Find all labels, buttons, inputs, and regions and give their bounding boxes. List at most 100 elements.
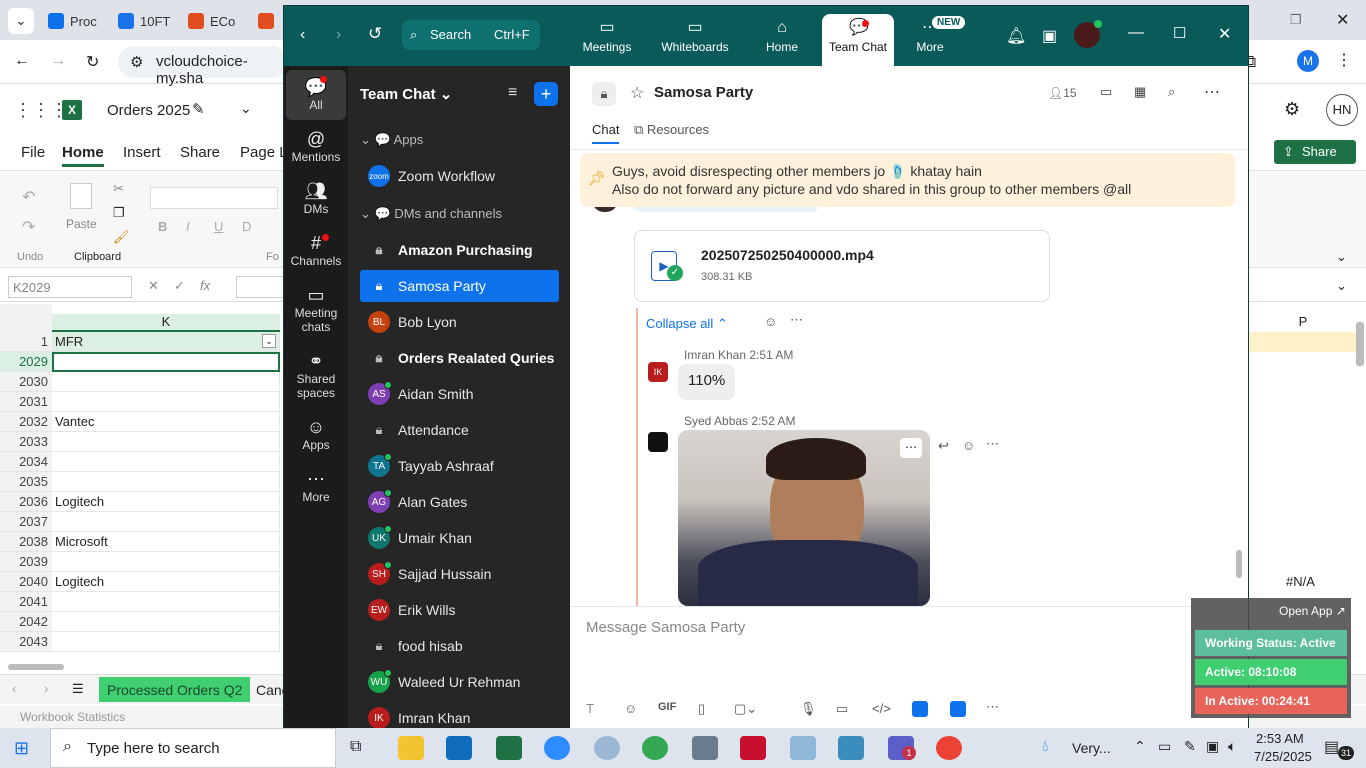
browser-tab[interactable]: 10FT: [118, 8, 170, 34]
table-cell[interactable]: Microsoft: [52, 532, 280, 552]
weather-icon[interactable]: 💧︎: [1042, 738, 1048, 756]
browser-tab[interactable]: ECo: [188, 8, 235, 34]
close-icon[interactable]: ✕: [1336, 10, 1349, 30]
workbook-statistics[interactable]: Workbook Statistics: [20, 710, 125, 724]
paste-label[interactable]: Paste: [66, 217, 97, 231]
rail-mentions[interactable]: @ Mentions: [286, 128, 346, 164]
clock-time[interactable]: 2:53 AM: [1256, 731, 1304, 746]
column-header-k[interactable]: K: [52, 314, 280, 332]
tab-insert[interactable]: Insert: [123, 144, 161, 161]
filezilla-icon[interactable]: [740, 736, 766, 760]
table-cell[interactable]: Vantec: [52, 412, 280, 432]
redo-icon[interactable]: ↷: [22, 217, 35, 237]
minimize-icon[interactable]: —: [1128, 24, 1144, 42]
prev-sheet-icon[interactable]: ‹: [12, 681, 16, 696]
paste-icon[interactable]: [70, 183, 92, 209]
file-attachment[interactable]: ▶ ✓ 20250725025040000​0.mp4 308.31 KB: [634, 230, 1050, 302]
forward-icon[interactable]: ›: [336, 26, 341, 44]
windows-start-icon[interactable]: ⊞: [14, 738, 29, 759]
rail-apps[interactable]: ☺ Apps: [286, 416, 346, 452]
volume-icon[interactable]: 🔈︎: [1228, 738, 1236, 755]
table-cell[interactable]: [52, 552, 280, 572]
tab-team-chat[interactable]: 💬 Team Chat: [822, 14, 894, 66]
undo-icon[interactable]: ↶: [22, 187, 35, 207]
panel-title[interactable]: Team Chat ⌄: [360, 85, 452, 103]
rail-more[interactable]: ⋯ More: [286, 468, 346, 504]
table-cell[interactable]: [52, 592, 280, 612]
browser-tab[interactable]: Proc: [48, 8, 97, 34]
chrome-icon[interactable]: [642, 736, 668, 760]
video-icon[interactable]: ▭: [1100, 84, 1112, 100]
table-cell[interactable]: Logitech: [52, 572, 280, 592]
more-icon[interactable]: ⋯: [986, 436, 999, 452]
rail-channels[interactable]: # Channels: [286, 232, 346, 268]
site-info-icon[interactable]: ⚙: [130, 53, 143, 71]
gif-icon[interactable]: GIF: [658, 701, 676, 713]
channel-item[interactable]: AS Aidan Smith: [360, 378, 559, 410]
calculator-icon[interactable]: [692, 736, 718, 760]
chevron-down-icon[interactable]: ⌄: [1336, 278, 1347, 294]
tab-chat[interactable]: Chat: [592, 122, 620, 144]
name-box[interactable]: K2029: [8, 276, 132, 298]
row-header[interactable]: 2041: [0, 592, 52, 612]
app-icon[interactable]: [912, 701, 928, 717]
underline-icon[interactable]: U: [214, 219, 223, 234]
share-button[interactable]: ⇪ Share: [1274, 140, 1356, 164]
message-input[interactable]: Message Samosa Party: [586, 619, 1106, 659]
task-view-icon[interactable]: ⧉: [350, 738, 361, 756]
channel-item-selected[interactable]: 🔒︎ Samosa Party: [360, 270, 559, 302]
video-message-icon[interactable]: ▭: [836, 701, 848, 717]
pen-icon[interactable]: ✎: [1184, 738, 1196, 755]
collapse-all-link[interactable]: Collapse all ⌃: [646, 316, 728, 332]
calendar-icon[interactable]: ▣: [1042, 26, 1057, 46]
filter-icon[interactable]: ≡: [508, 84, 517, 102]
row-header[interactable]: 2035: [0, 472, 52, 492]
chat-title[interactable]: Samosa Party: [654, 84, 753, 101]
tab-meetings[interactable]: ▭ Meetings: [567, 6, 647, 66]
new-chat-button[interactable]: +: [534, 82, 558, 106]
row-header[interactable]: 2037: [0, 512, 52, 532]
more-icon[interactable]: ⋯: [900, 438, 922, 458]
font-name-dropdown[interactable]: [150, 187, 278, 209]
table-cell[interactable]: [52, 612, 280, 632]
header-cell[interactable]: MFR: [52, 332, 280, 352]
channel-item[interactable]: WU Waleed Ur Rehman: [360, 666, 559, 698]
search-box[interactable]: ⌕ Search Ctrl+F: [402, 20, 540, 50]
section-apps[interactable]: ⌄ 💬 Apps: [360, 132, 423, 148]
formula-input[interactable]: [236, 276, 284, 298]
cut-icon[interactable]: ✂: [113, 181, 124, 197]
file-explorer-icon[interactable]: [398, 736, 424, 760]
row-header[interactable]: 2036: [0, 492, 52, 512]
check-icon[interactable]: ✓: [174, 278, 185, 294]
row-header[interactable]: 2043: [0, 632, 52, 652]
format-text-icon[interactable]: T: [586, 701, 594, 716]
sheet-list-icon[interactable]: ☰: [72, 681, 84, 697]
clock-date[interactable]: 7/25/2025: [1254, 749, 1312, 764]
search-icon[interactable]: ⌕: [1168, 84, 1175, 100]
double-underline-icon[interactable]: D: [242, 219, 251, 234]
network-icon[interactable]: ▣: [1206, 738, 1219, 755]
rail-meeting-chats[interactable]: ▭ Meeting chats: [286, 284, 346, 334]
channel-item[interactable]: 🔒︎ Attendance: [360, 414, 559, 446]
chevron-down-icon[interactable]: ⌄: [1336, 249, 1347, 265]
app-launcher-icon[interactable]: ⋮⋮⋮: [14, 100, 68, 121]
rail-all[interactable]: 💬 All: [286, 70, 346, 120]
function-icon[interactable]: fx: [200, 278, 210, 293]
url-field[interactable]: ⚙ vcloudchoice-my.sha: [118, 46, 288, 87]
outlook-icon[interactable]: [446, 736, 472, 760]
member-count[interactable]: 👤︎15: [1048, 86, 1077, 100]
row-header[interactable]: 2030: [0, 372, 52, 392]
header-row-cell[interactable]: [1240, 332, 1356, 352]
file-icon[interactable]: ▯: [698, 701, 705, 717]
vertical-scrollbar[interactable]: [1356, 322, 1364, 366]
more-options-icon[interactable]: ⋯: [1204, 82, 1220, 102]
select-all-corner[interactable]: [0, 304, 52, 332]
more-icon[interactable]: ⋯: [986, 699, 999, 715]
back-icon[interactable]: ←: [14, 52, 30, 70]
channel-item[interactable]: 🔒︎ food hisab: [360, 630, 559, 662]
row-header[interactable]: 2031: [0, 392, 52, 412]
reply-icon[interactable]: ↩: [938, 438, 949, 454]
weather-text[interactable]: Very...: [1072, 740, 1111, 756]
gear-icon[interactable]: ⚙: [1284, 99, 1300, 120]
forward-icon[interactable]: →: [50, 52, 66, 70]
